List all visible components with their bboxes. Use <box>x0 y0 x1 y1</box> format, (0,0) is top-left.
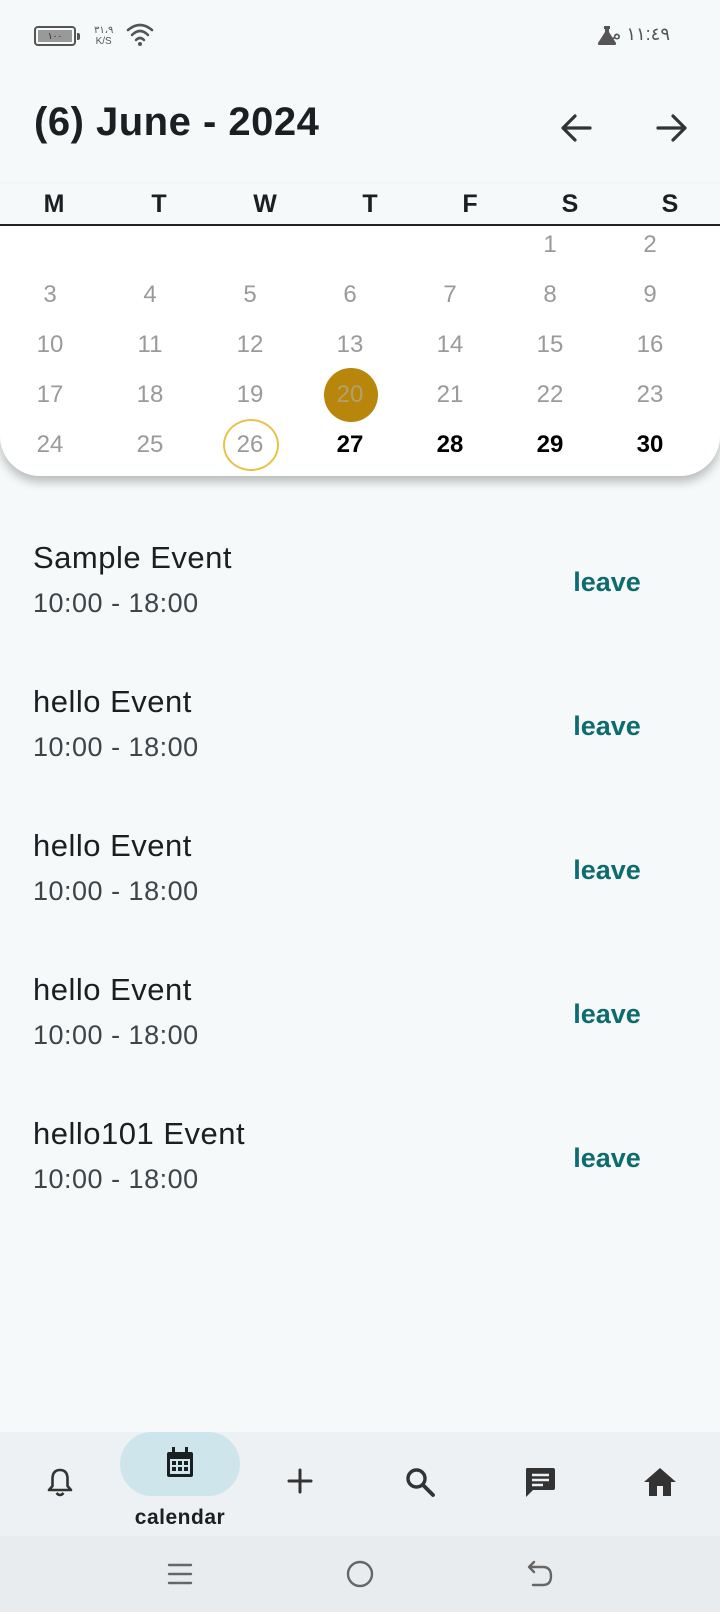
calendar-day[interactable]: 21 <box>422 370 478 420</box>
event-title: hello Event <box>33 828 192 863</box>
status-bar: ١٠٠ ٣١،٩ K/S ١١:٤٩ م <box>0 0 720 72</box>
leave-button[interactable]: leave <box>562 992 652 1036</box>
battery-level: ١٠٠ <box>38 30 72 42</box>
event-time: 10:00 - 18:00 <box>33 1164 199 1194</box>
leave-button[interactable]: leave <box>562 704 652 748</box>
calendar-day[interactable]: 15 <box>522 320 578 370</box>
event-item[interactable]: hello101 Event 10:00 - 18:00 leave <box>0 1086 720 1230</box>
nav-home[interactable] <box>600 1432 720 1536</box>
event-item[interactable]: hello Event 10:00 - 18:00 leave <box>0 654 720 798</box>
calendar-day[interactable]: 22 <box>522 370 578 420</box>
home-icon <box>644 1468 676 1496</box>
calendar-day[interactable]: 5 <box>222 270 278 320</box>
calendar-day[interactable]: 3 <box>22 270 78 320</box>
nav-notifications[interactable] <box>0 1432 120 1536</box>
calendar-day[interactable]: 12 <box>222 320 278 370</box>
calendar-day[interactable]: 11 <box>122 320 178 370</box>
calendar-day[interactable]: 29 <box>522 420 578 470</box>
arrow-left-icon <box>561 114 592 142</box>
weekday-label: T <box>151 190 167 218</box>
calendar-day[interactable]: 27 <box>322 420 378 470</box>
status-time: ١١:٤٩ م <box>610 24 670 44</box>
plus-icon <box>287 1468 313 1494</box>
nav-add[interactable] <box>240 1432 360 1536</box>
calendar-day[interactable]: 17 <box>22 370 78 420</box>
bell-icon <box>47 1468 73 1497</box>
weekday-label: F <box>462 190 478 218</box>
event-time: 10:00 - 18:00 <box>33 1020 199 1050</box>
weekday-label: S <box>661 190 679 218</box>
calendar-day[interactable]: 14 <box>422 320 478 370</box>
calendar-day[interactable]: 16 <box>622 320 678 370</box>
event-list: Sample Event 10:00 - 18:00 leave hello E… <box>0 510 720 1230</box>
home-button[interactable] <box>340 1554 380 1594</box>
battery-icon: ١٠٠ <box>34 26 80 46</box>
calendar-day[interactable]: 24 <box>22 420 78 470</box>
event-time: 10:00 - 18:00 <box>33 876 199 906</box>
event-title: hello101 Event <box>33 1116 246 1151</box>
calendar-day-today[interactable]: 26 <box>222 419 279 471</box>
back-button[interactable] <box>520 1554 560 1594</box>
circle-icon <box>346 1560 374 1588</box>
event-title: hello Event <box>33 972 192 1007</box>
calendar-day[interactable]: 8 <box>522 270 578 320</box>
nav-messages[interactable] <box>480 1432 600 1536</box>
network-speed-value: ٣١،٩ <box>94 25 114 36</box>
menu-icon <box>167 1563 193 1585</box>
event-time: 10:00 - 18:00 <box>33 588 199 618</box>
network-speed: ٣١،٩ K/S <box>94 25 113 47</box>
recent-apps-button[interactable] <box>160 1554 200 1594</box>
calendar-day[interactable]: 28 <box>422 420 478 470</box>
weekday-label: S <box>561 190 579 218</box>
calendar-day[interactable]: 4 <box>122 270 178 320</box>
calendar-day[interactable]: 23 <box>622 370 678 420</box>
event-time: 10:00 - 18:00 <box>33 732 199 762</box>
calendar-day[interactable]: 10 <box>22 320 78 370</box>
nav-search[interactable] <box>360 1432 480 1536</box>
calendar-icon <box>167 1447 193 1477</box>
leave-button[interactable]: leave <box>562 1136 652 1180</box>
leave-button[interactable]: leave <box>562 848 652 892</box>
event-item[interactable]: Sample Event 10:00 - 18:00 leave <box>0 510 720 654</box>
calendar-day[interactable]: 1 <box>522 220 578 270</box>
calendar-day[interactable]: 30 <box>622 420 678 470</box>
calendar-day[interactable]: 18 <box>122 370 178 420</box>
weekday-label: T <box>362 190 378 218</box>
weekday-label: M <box>43 190 65 218</box>
nav-calendar-label: calendar <box>134 1506 226 1529</box>
chat-icon <box>526 1468 555 1497</box>
weekday-header: M T W T F S S <box>0 184 720 226</box>
calendar-day[interactable]: 13 <box>322 320 378 370</box>
network-speed-unit: K/S <box>95 36 112 47</box>
search-icon <box>406 1468 435 1497</box>
calendar-day[interactable]: 6 <box>322 270 378 320</box>
leave-button[interactable]: leave <box>562 560 652 604</box>
calendar-day[interactable]: 2 <box>622 220 678 270</box>
calendar-day[interactable]: 9 <box>622 270 678 320</box>
event-title: hello Event <box>33 684 192 719</box>
month-title: (6) June - 2024 <box>34 100 320 144</box>
calendar-day[interactable]: 19 <box>222 370 278 420</box>
weekday-label: W <box>253 190 277 218</box>
calendar-day[interactable]: 7 <box>422 270 478 320</box>
month-calendar: M T W T F S S 1 2 3 4 5 6 7 8 9 10 11 12 13 14 15 16 17 1… <box>0 184 720 476</box>
bottom-navigation: calendar <box>0 1432 720 1536</box>
calendar-day-selected[interactable]: 20 <box>322 368 378 422</box>
back-arrow-icon <box>527 1560 553 1587</box>
calendar-day[interactable]: 25 <box>122 420 178 470</box>
wifi-icon <box>126 23 154 46</box>
arrow-right-icon <box>656 114 687 142</box>
next-month-button[interactable] <box>648 104 696 152</box>
event-title: Sample Event <box>33 540 232 575</box>
system-navigation-bar <box>0 1536 720 1612</box>
event-item[interactable]: hello Event 10:00 - 18:00 leave <box>0 798 720 942</box>
previous-month-button[interactable] <box>552 104 600 152</box>
event-item[interactable]: hello Event 10:00 - 18:00 leave <box>0 942 720 1086</box>
